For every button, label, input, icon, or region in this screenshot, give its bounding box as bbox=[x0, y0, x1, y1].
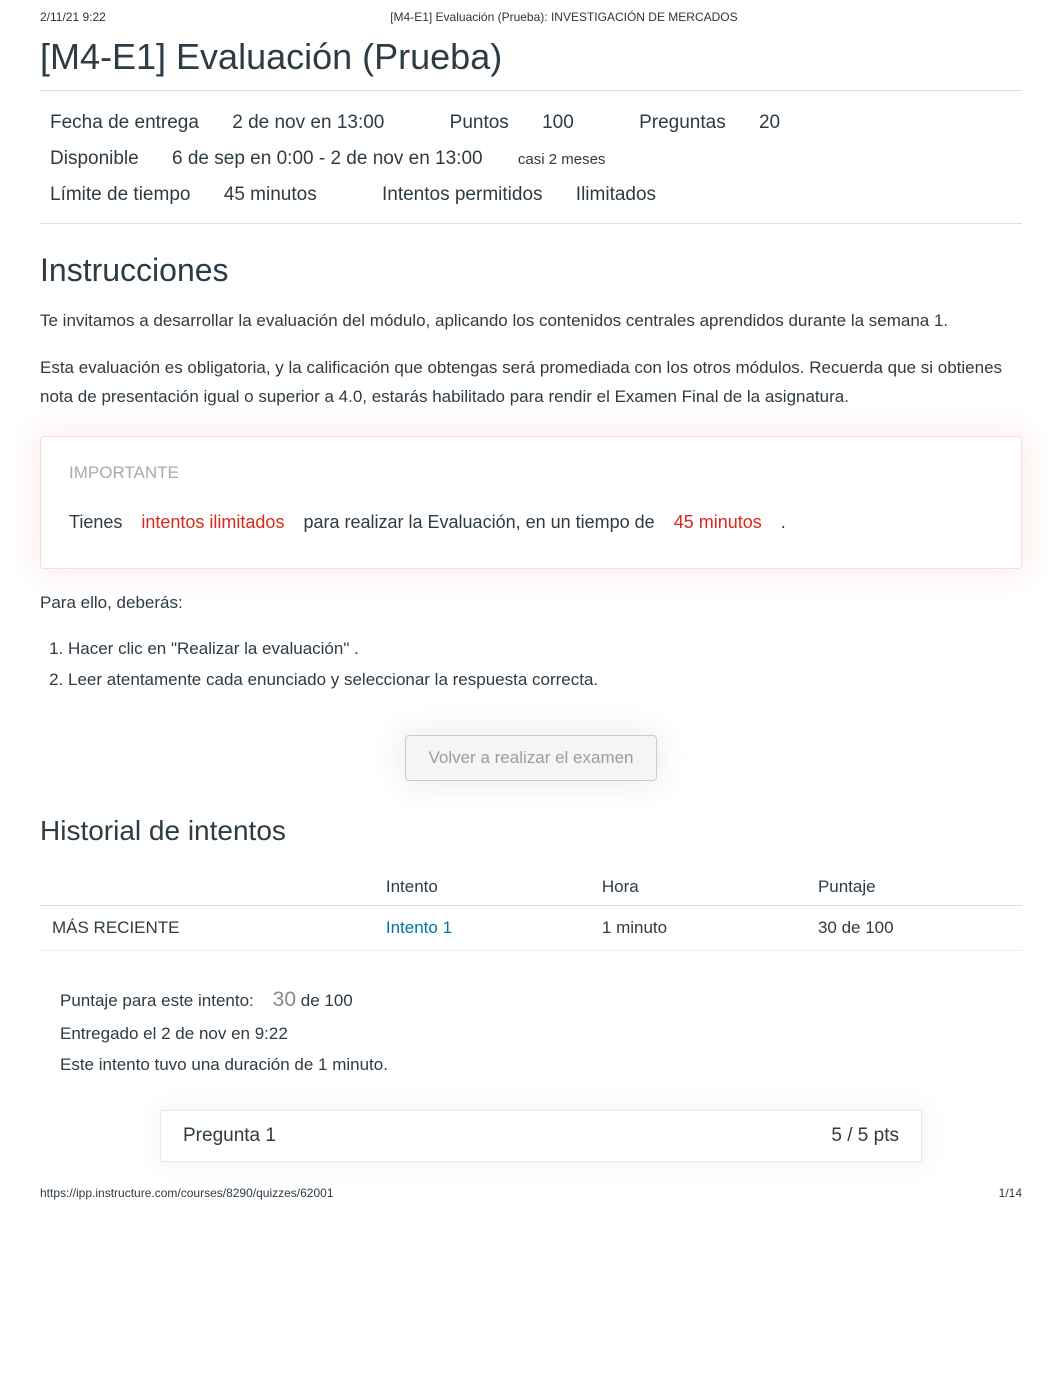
col-blank bbox=[40, 869, 374, 906]
history-heading: Historial de intentos bbox=[40, 815, 1022, 847]
divider bbox=[40, 90, 1022, 91]
col-attempt: Intento bbox=[374, 869, 590, 906]
print-header: 2/11/21 9:22 [M4-E1] Evaluación (Prueba)… bbox=[0, 0, 1062, 28]
important-box: IMPORTANTE Tienes intentos ilimitados pa… bbox=[40, 436, 1022, 569]
retake-exam-button[interactable]: Volver a realizar el examen bbox=[405, 735, 656, 781]
attempt-history-table: Intento Hora Puntaje MÁS RECIENTE Intent… bbox=[40, 869, 1022, 951]
col-score: Puntaje bbox=[806, 869, 1022, 906]
quiz-meta: Fecha de entrega 2 de nov en 13:00 Punto… bbox=[40, 99, 1022, 223]
divider bbox=[40, 223, 1022, 224]
instructions-p2: Esta evaluación es obligatoria, y la cal… bbox=[40, 354, 1022, 412]
footer-url: https://ipp.instructure.com/courses/8290… bbox=[40, 1186, 334, 1200]
attempt-link[interactable]: Intento 1 bbox=[386, 918, 452, 937]
available-value: 6 de sep en 0:00 - 2 de nov en 13:00 bbox=[172, 148, 483, 169]
important-text: Tienes bbox=[69, 512, 122, 532]
summary-score-rest: de 100 bbox=[301, 991, 353, 1010]
instructions-para: Para ello, deberás: bbox=[40, 589, 1022, 618]
instructions-heading: Instrucciones bbox=[40, 252, 1022, 289]
due-value: 2 de nov en 13:00 bbox=[232, 112, 384, 133]
step-1: Hacer clic en "Realizar la evaluación" . bbox=[68, 635, 1022, 664]
points-label: Puntos bbox=[450, 112, 509, 133]
attempt-score: 30 de 100 bbox=[806, 906, 1022, 951]
summary-submitted: Entregado el 2 de nov en 9:22 bbox=[60, 1019, 1002, 1050]
timelimit-value: 45 minutos bbox=[224, 184, 317, 205]
questions-label: Preguntas bbox=[639, 112, 726, 133]
table-row: MÁS RECIENTE Intento 1 1 minuto 30 de 10… bbox=[40, 906, 1022, 951]
available-note: casi 2 meses bbox=[518, 151, 606, 168]
question-pts: 5 / 5 pts bbox=[831, 1125, 899, 1147]
important-text: . bbox=[781, 512, 786, 532]
questions-value: 20 bbox=[759, 112, 780, 133]
step-2: Leer atentamente cada enunciado y selecc… bbox=[68, 666, 1022, 695]
attempt-time: 1 minuto bbox=[590, 906, 806, 951]
print-datetime: 2/11/21 9:22 bbox=[40, 10, 106, 24]
question-1-card: Pregunta 1 5 / 5 pts bbox=[160, 1110, 922, 1162]
summary-duration: Este intento tuvo una duración de 1 minu… bbox=[60, 1050, 1002, 1081]
quiz-title: [M4-E1] Evaluación (Prueba) bbox=[40, 36, 1022, 78]
summary-score-label: Puntaje para este intento: bbox=[60, 991, 254, 1010]
footer-page: 1/14 bbox=[999, 1186, 1022, 1200]
most-recent-label: MÁS RECIENTE bbox=[40, 906, 374, 951]
important-red2: 45 minutos bbox=[674, 512, 762, 532]
important-title: IMPORTANTE bbox=[69, 463, 993, 483]
summary-score-num: 30 bbox=[273, 988, 296, 1011]
instructions-steps: Hacer clic en "Realizar la evaluación" .… bbox=[68, 635, 1022, 695]
attempt-summary: Puntaje para este intento: 30 de 100 Ent… bbox=[40, 979, 1022, 1100]
important-red1: intentos ilimitados bbox=[141, 512, 284, 532]
important-text: para realizar la Evaluación, en un tiemp… bbox=[303, 512, 654, 532]
available-label: Disponible bbox=[50, 148, 139, 169]
instructions-p1: Te invitamos a desarrollar la evaluación… bbox=[40, 307, 1022, 336]
attempts-label: Intentos permitidos bbox=[382, 184, 543, 205]
question-title: Pregunta 1 bbox=[183, 1125, 276, 1147]
points-value: 100 bbox=[542, 112, 574, 133]
timelimit-label: Límite de tiempo bbox=[50, 184, 190, 205]
print-doc-title: [M4-E1] Evaluación (Prueba): INVESTIGACI… bbox=[106, 10, 1022, 24]
print-footer: https://ipp.instructure.com/courses/8290… bbox=[0, 1162, 1062, 1212]
due-label: Fecha de entrega bbox=[50, 112, 199, 133]
attempts-value: Ilimitados bbox=[576, 184, 656, 205]
instructions-body: Te invitamos a desarrollar la evaluación… bbox=[40, 307, 1022, 695]
col-time: Hora bbox=[590, 869, 806, 906]
